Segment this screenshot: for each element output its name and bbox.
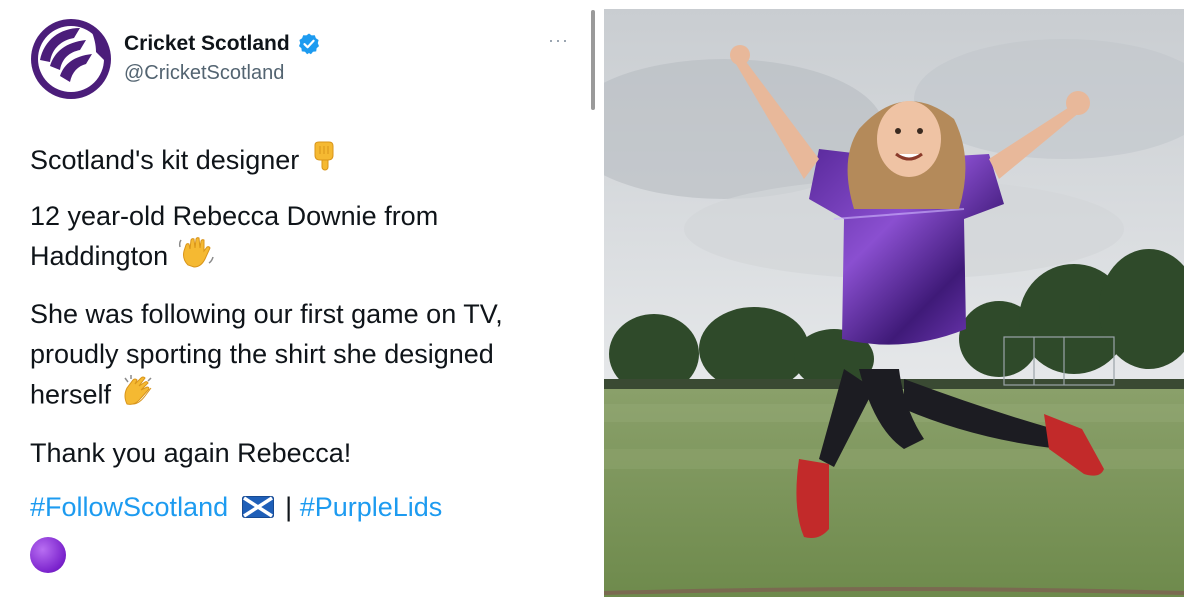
author-name-row[interactable]: Cricket Scotland: [124, 32, 321, 56]
hashtag-link[interactable]: #PurpleLids: [300, 492, 443, 522]
avatar[interactable]: [30, 18, 112, 100]
tweet-text: Scotland's kit designer 12 year-old Rebe…: [30, 140, 575, 587]
author-handle[interactable]: @CricketScotland: [124, 62, 284, 85]
tweet-paragraph-text: Scotland's kit designer: [30, 145, 300, 175]
tweet-paragraph: Thank you again Rebecca!: [30, 433, 575, 473]
more-options-button[interactable]: ···: [548, 30, 569, 51]
tweet-paragraph: She was following our first game on TV, …: [30, 294, 575, 419]
tweet-paragraph-text: Thank you again Rebecca!: [30, 437, 352, 468]
tweet-trailing-emoji: [30, 533, 575, 573]
pointing-down-icon: [309, 141, 339, 182]
girl-jumping-in-purple-shirt-image: [604, 9, 1184, 597]
scotland-flag-icon: [241, 489, 274, 529]
clapping-hands-icon: [121, 374, 155, 419]
tweet-paragraph: Scotland's kit designer: [30, 140, 575, 182]
purple-circle-icon: [30, 536, 66, 573]
tweet-hashtags: #FollowScotland | #PurpleLids: [30, 487, 575, 529]
verified-badge-icon: [298, 33, 319, 55]
tweet-paragraph-text: 12 year-old Rebecca Downie from Haddingt…: [30, 201, 439, 272]
tweet-paragraph-text: She was following our first game on TV, …: [30, 298, 503, 410]
tweet-card: Cricket Scotland @CricketScotland ··· Sc…: [0, 0, 590, 605]
tweet-photo[interactable]: [604, 9, 1184, 597]
author-display-name[interactable]: Cricket Scotland: [124, 32, 290, 56]
separator: |: [285, 491, 293, 522]
cricket-scotland-logo-icon: [31, 19, 111, 99]
hashtag-link[interactable]: #FollowScotland: [30, 492, 228, 522]
waving-hand-icon: [178, 236, 214, 280]
scrollbar[interactable]: [591, 10, 595, 110]
tweet-paragraph: 12 year-old Rebecca Downie from Haddingt…: [30, 196, 575, 279]
